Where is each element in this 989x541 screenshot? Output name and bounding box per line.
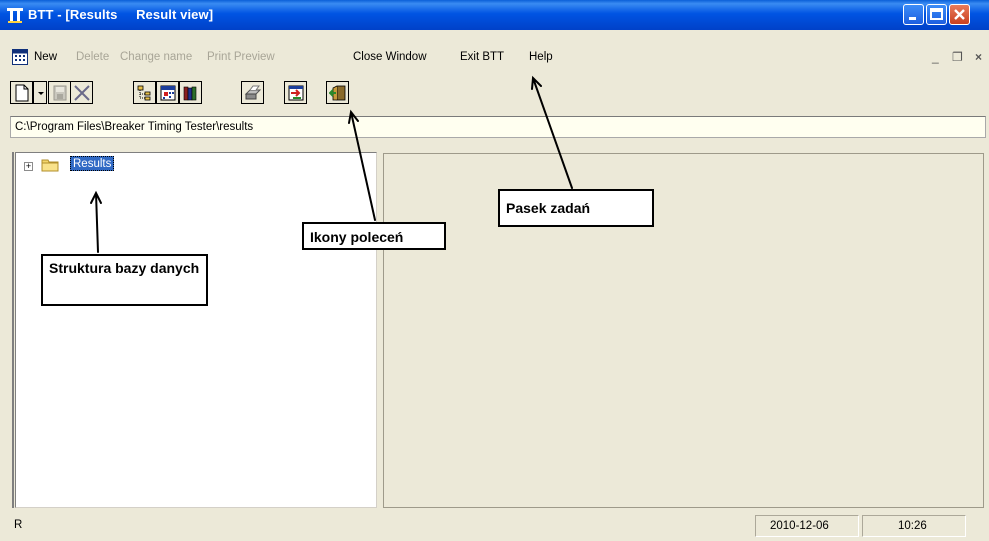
callout-command-icons: Ikony poleceń	[302, 222, 446, 250]
callout-taskbar: Pasek zadań	[498, 189, 654, 227]
arrow-to-icons	[348, 109, 376, 221]
arrow-to-tree	[90, 190, 102, 253]
callout-database-structure: Struktura bazy danych	[41, 254, 208, 306]
arrow-to-menu	[531, 75, 573, 189]
